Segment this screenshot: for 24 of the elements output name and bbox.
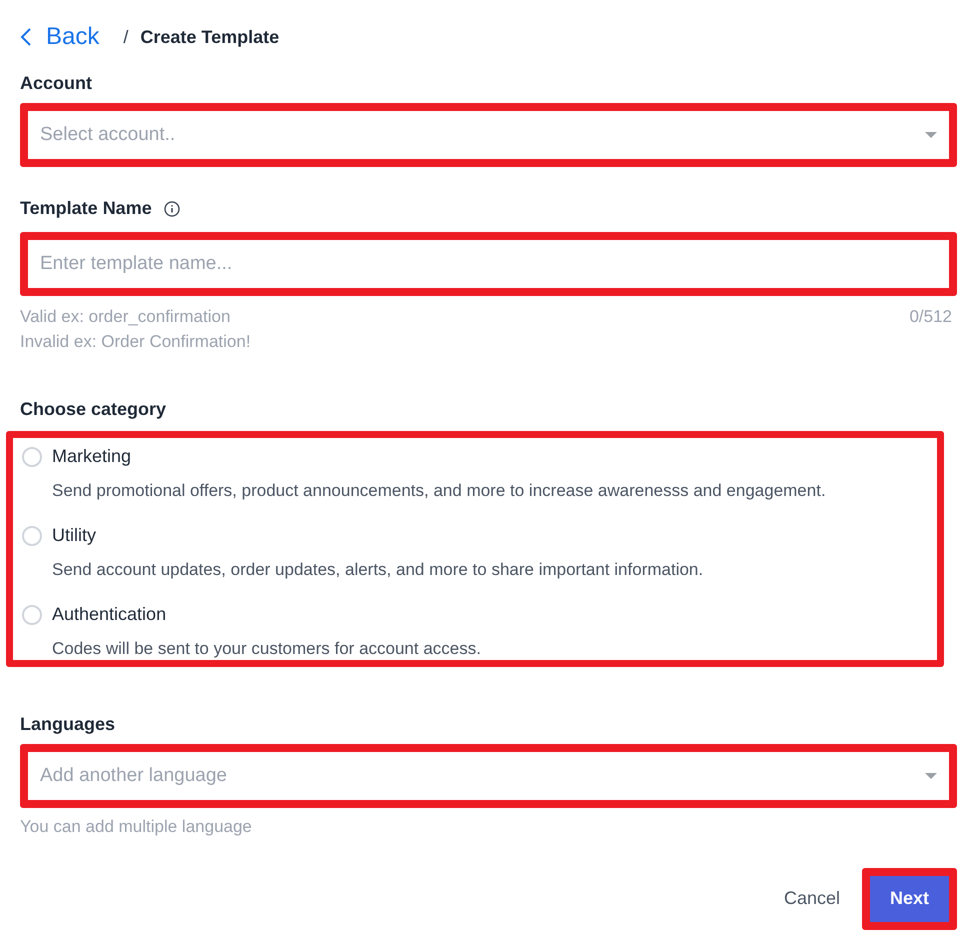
category-description: Codes will be sent to your customers for account access. [52,638,481,660]
hint-text: Valid ex: order_confirmation [20,306,230,328]
dropdown-caret-icon [925,773,937,779]
cancel-button[interactable]: Cancel [782,885,842,912]
category-description: Send account updates, order updates, alerts, and more to share important information. [52,559,704,581]
section-label: Choose category [20,398,166,421]
breadcrumb-separator: / [123,26,128,48]
category-description: Send promotional offers, product announcements, and more to increase awarenesss and engagement. [52,480,826,502]
back-link[interactable]: Back [20,19,100,55]
template-name-input[interactable]: Enter template name... [20,232,957,296]
category-radio[interactable]: Marketing [22,443,132,470]
page-title: Create Template [140,26,280,49]
next-button[interactable]: Next [870,876,949,922]
field-label: Account [20,72,92,95]
hint-text: Invalid ex: Order Confirmation! [20,331,251,353]
category-radio[interactable]: Utility [22,522,96,549]
hint-text: You can add multiple language [20,816,252,838]
field-label: Template Name [20,197,152,220]
chevron-left-icon [20,27,32,47]
dropdown-caret-icon [925,132,937,138]
field-label: Languages [20,713,116,736]
info-icon [164,200,180,216]
character-counter: 0/512 [909,306,952,328]
category-radio[interactable]: Authentication [22,601,166,628]
